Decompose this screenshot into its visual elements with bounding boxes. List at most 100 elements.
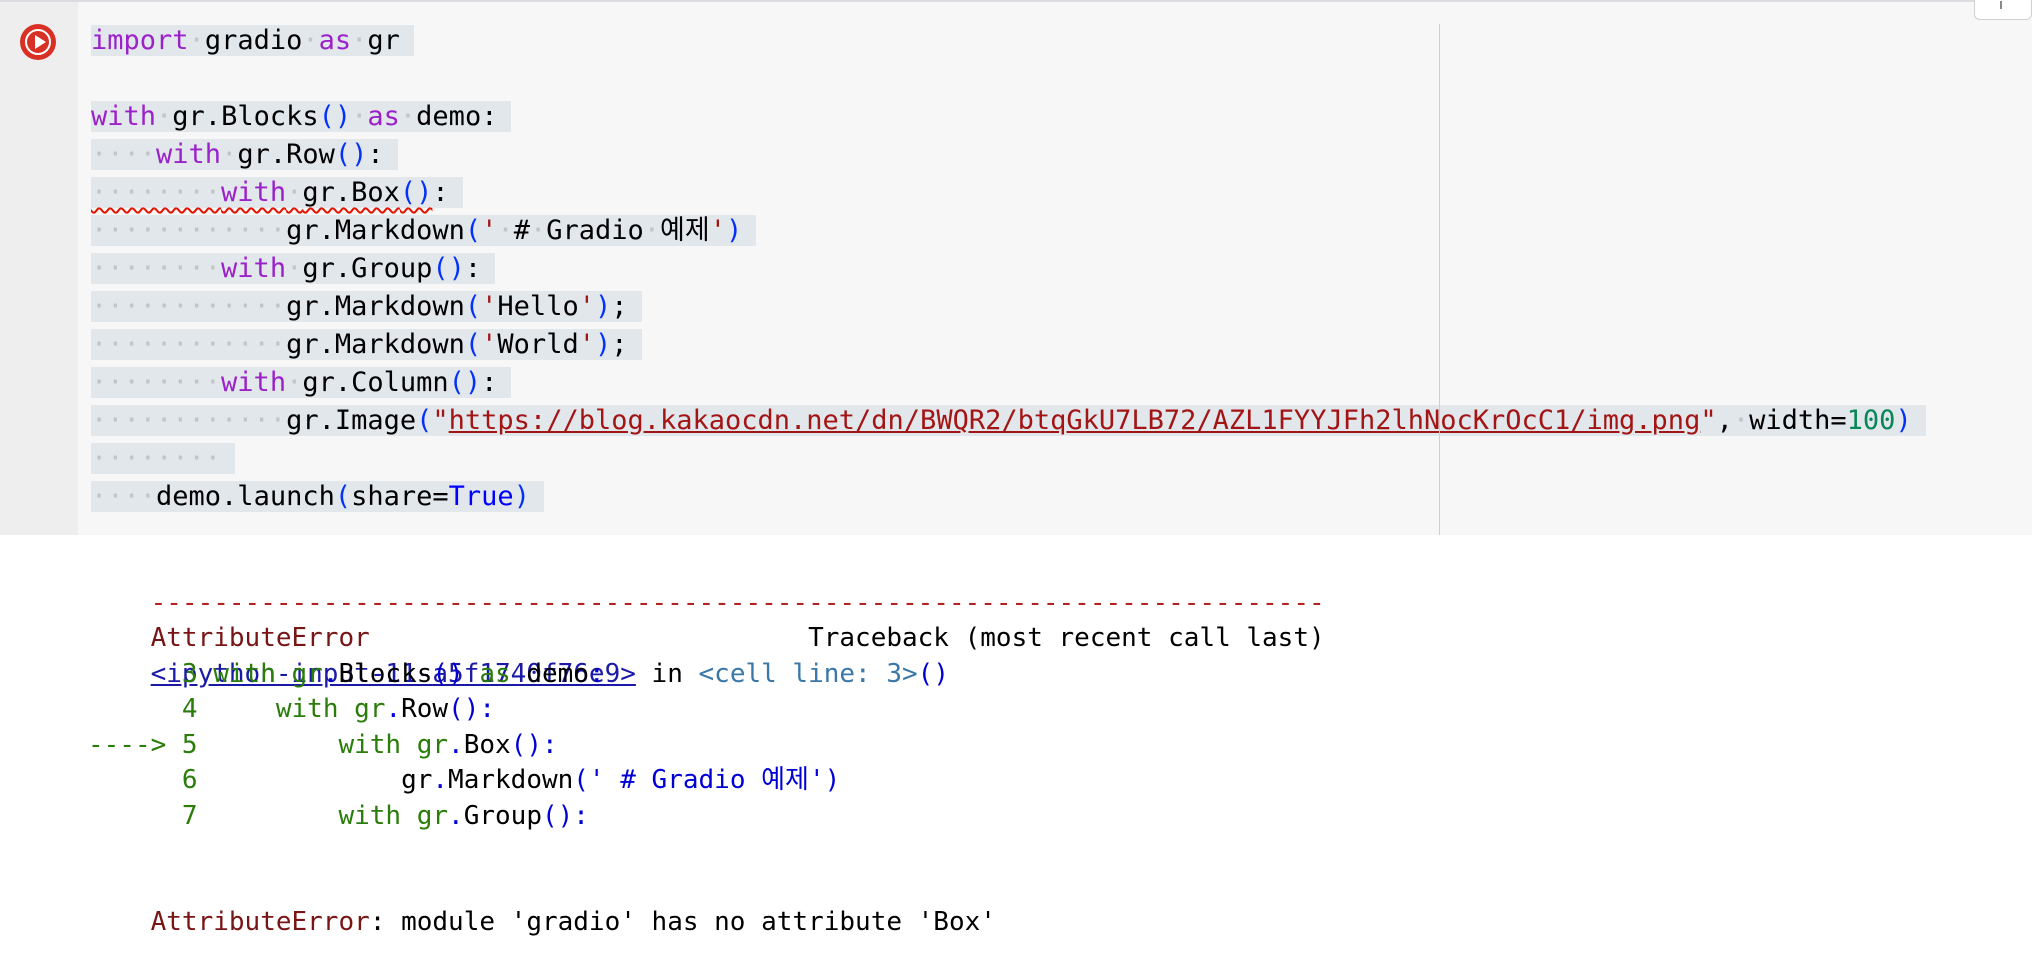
frame-code-token: . — [322, 658, 339, 689]
code-token: ' — [709, 215, 726, 246]
code-line-content — [91, 63, 121, 94]
traceback-frame-line: 3 with gr.Blocks() as demo: — [88, 657, 2008, 693]
frame-marker — [88, 801, 182, 831]
code-token: · — [302, 25, 319, 56]
code-token: ' — [578, 291, 595, 322]
code-token: with — [221, 253, 287, 284]
code-line[interactable]: ············gr.Markdown('Hello'); — [91, 288, 2021, 326]
frame-code-token: (): — [510, 729, 558, 760]
code-line-content: ············gr.Markdown('World'); — [91, 329, 642, 360]
code-line[interactable]: ····demo.launch(share=True) — [91, 478, 2021, 516]
code-token: ········ — [91, 177, 222, 208]
code-line-content: ············gr.Markdown('Hello'); — [91, 291, 642, 322]
frame-line-number: 3 — [181, 658, 198, 689]
frame-code-token: Group — [463, 800, 542, 831]
code-token: · — [286, 177, 303, 208]
frame-marker — [88, 659, 182, 689]
frame-code-token: gr — [401, 765, 433, 795]
code-line[interactable]: ········with·gr.Column(): — [91, 364, 2021, 402]
code-token: · — [399, 101, 417, 132]
code-token: ' — [481, 329, 498, 360]
cell-line-ref: <cell line: 3> — [698, 658, 918, 689]
line-length-ruler — [1439, 24, 1440, 535]
code-token: ············ — [91, 405, 287, 436]
code-token: gr.Row — [237, 139, 335, 170]
current-line-arrow: ----> — [88, 729, 182, 760]
code-token: demo: — [416, 101, 498, 132]
traceback-frame-line: 4 with gr.Row(): — [88, 692, 2008, 728]
code-token: · — [497, 215, 514, 246]
code-token: ' — [578, 329, 595, 360]
code-token: ············ — [91, 215, 287, 246]
code-token: gr.Markdown — [286, 215, 465, 246]
code-token: · — [156, 101, 173, 132]
code-line[interactable] — [91, 60, 2021, 98]
code-token: share= — [351, 481, 449, 512]
frame-indent — [198, 730, 339, 760]
code-token: ············ — [91, 291, 287, 322]
code-line[interactable]: with·gr.Blocks()·as·demo: — [91, 98, 2021, 136]
code-line[interactable]: ········ — [91, 440, 2021, 478]
traceback-frame-line: ----> 5 with gr.Box(): — [88, 728, 2008, 764]
code-token: ; — [611, 291, 628, 322]
code-editor[interactable]: import·gradio·as·gr with·gr.Blocks()·as·… — [91, 22, 2021, 516]
frame-line-number: 4 — [181, 694, 198, 724]
frame-line-number: 6 — [181, 765, 198, 795]
code-token: with — [91, 101, 157, 132]
code-line[interactable]: ····with·gr.Row(): — [91, 136, 2021, 174]
final-error-type: AttributeError — [150, 907, 370, 937]
code-line-content: ····with·gr.Row(): — [91, 139, 398, 170]
frame-line-number: 5 — [181, 729, 198, 760]
code-token: ) — [594, 329, 612, 360]
code-token: True — [448, 481, 514, 512]
final-error-message: : module 'gradio' has no attribute 'Box' — [369, 907, 996, 937]
code-line[interactable]: ············gr.Markdown('World'); — [91, 326, 2021, 364]
code-token: · — [286, 253, 303, 284]
code-token: gr.Image — [286, 405, 417, 436]
code-token: · — [529, 215, 547, 246]
code-token: : — [432, 177, 449, 208]
code-line[interactable]: ············gr.Markdown('·#·Gradio·예제') — [91, 212, 2021, 250]
code-line-content: ········ — [91, 443, 236, 474]
code-token: with — [156, 139, 222, 170]
frame-code-token: with gr — [338, 729, 449, 760]
code-token: ········ — [91, 443, 222, 474]
code-line-content: ············gr.Image("https://blog.kakao… — [91, 405, 1926, 436]
frame-code-token: Row — [401, 694, 449, 724]
code-token: · — [286, 367, 303, 398]
code-cell[interactable]: import·gradio·as·gr with·gr.Blocks()·as·… — [0, 0, 2032, 535]
code-token: ) — [725, 215, 743, 246]
code-token: gr.Blocks — [172, 101, 319, 132]
code-token: ) — [1895, 405, 1912, 436]
code-token: () — [399, 177, 433, 208]
traceback-frame-line: 6 gr.Markdown(' # Gradio 예제') — [88, 763, 2008, 799]
frame-code-token: Box — [463, 729, 511, 760]
code-line[interactable]: ········with·gr.Group(): — [91, 250, 2021, 288]
frame-code-token: : — [588, 658, 605, 689]
run-cell-button[interactable] — [20, 24, 56, 60]
code-token: gradio — [204, 25, 303, 56]
code-token: () — [334, 139, 368, 170]
code-token: ' — [481, 291, 498, 322]
cell-toolbar-handle[interactable] — [1974, 0, 2032, 20]
code-token: · — [221, 139, 238, 170]
code-token: gr.Markdown — [286, 291, 465, 322]
code-token: : — [481, 367, 498, 398]
code-token: gr.Markdown — [286, 329, 465, 360]
code-token: ( — [464, 329, 482, 360]
code-token: as — [367, 101, 400, 132]
code-token: ········ — [91, 253, 222, 284]
code-line-content: ········with·gr.Box(): — [91, 177, 463, 208]
code-line-content: ····demo.launch(share=True) — [91, 481, 544, 512]
code-token: · — [351, 101, 368, 132]
code-line[interactable]: import·gradio·as·gr — [91, 22, 2021, 60]
cell-output: ----------------------------------------… — [88, 550, 2008, 938]
code-line[interactable]: ············gr.Image("https://blog.kakao… — [91, 402, 2021, 440]
code-token: ) — [594, 291, 612, 322]
frame-code-token: . — [385, 694, 402, 724]
frame-code-token: with gr — [338, 800, 449, 831]
code-line[interactable]: ········with·gr.Box(): — [91, 174, 2021, 212]
code-token: # — [513, 215, 530, 246]
code-token: () — [318, 101, 352, 132]
